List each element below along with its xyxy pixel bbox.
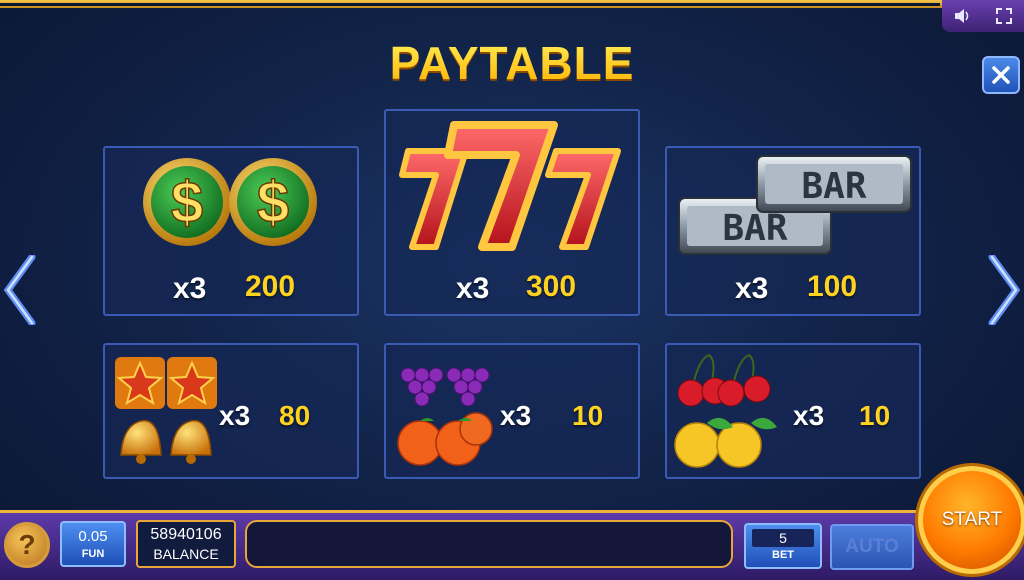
paytable-card-grapes-oranges: x3 10: [384, 343, 640, 479]
system-panel: [942, 0, 1024, 32]
svg-text:$: $: [257, 170, 289, 235]
speaker-icon[interactable]: [951, 4, 975, 28]
previous-page-arrow-icon[interactable]: [2, 255, 38, 325]
fun-denomination-button[interactable]: 0.05 FUN: [60, 521, 126, 567]
start-button[interactable]: START: [918, 466, 1024, 574]
payout-value: 200: [245, 270, 296, 303]
multiplier-label: x3: [219, 400, 251, 431]
close-icon: [992, 66, 1010, 84]
paytable-card-bar: BAR BAR x3 100: [665, 146, 921, 316]
bet-label: BET: [772, 549, 794, 561]
balance-label: BALANCE: [153, 546, 219, 562]
top-gold-bar: [0, 0, 1024, 8]
bar-text: BAR: [722, 208, 787, 249]
bet-value: 5: [752, 529, 814, 547]
multiplier-label: x3: [500, 400, 532, 431]
bar-icon: BAR BAR: [678, 155, 912, 255]
fullscreen-icon[interactable]: [992, 4, 1016, 28]
payout-value: 10: [572, 400, 604, 431]
next-page-arrow-icon[interactable]: [986, 255, 1022, 325]
page-title: PAYTABLE: [0, 36, 1024, 90]
help-icon: ?: [18, 529, 36, 560]
close-button[interactable]: [982, 56, 1020, 94]
bar-text: BAR: [801, 166, 866, 207]
balance-display: 58940106 BALANCE: [136, 520, 236, 568]
dollar-coin-icon: $ $: [143, 158, 317, 246]
help-button[interactable]: ?: [4, 522, 50, 568]
paytable-card-cherries-lemons: x3 10: [665, 343, 921, 479]
auto-button[interactable]: AUTO: [830, 524, 914, 570]
lucky-seven-icon: [399, 121, 621, 251]
grapes-and-orange-icon: [397, 367, 493, 466]
svg-text:$: $: [171, 170, 203, 235]
multiplier-label: x3: [173, 272, 207, 305]
payout-value: 100: [807, 270, 858, 303]
payout-value: 10: [859, 400, 891, 431]
bet-button[interactable]: 5 BET: [744, 523, 822, 569]
paytable-card-stars-bells: x3 80: [103, 343, 359, 479]
paytable-card-dollar: $ $ x3 200: [103, 146, 359, 316]
message-panel: [245, 520, 733, 568]
multiplier-label: x3: [735, 272, 769, 305]
star-and-bell-icon: [115, 357, 217, 464]
fun-label: FUN: [81, 548, 105, 560]
multiplier-label: x3: [793, 400, 825, 431]
start-label: START: [941, 509, 1003, 530]
cherry-and-lemon-icon: [674, 353, 777, 468]
paytable-card-seven: x3 300: [384, 109, 640, 316]
payout-value: 80: [279, 400, 311, 431]
multiplier-label: x3: [456, 272, 490, 305]
payout-value: 300: [526, 270, 577, 303]
balance-value: 58940106: [150, 526, 222, 543]
fun-value: 0.05: [78, 528, 108, 545]
